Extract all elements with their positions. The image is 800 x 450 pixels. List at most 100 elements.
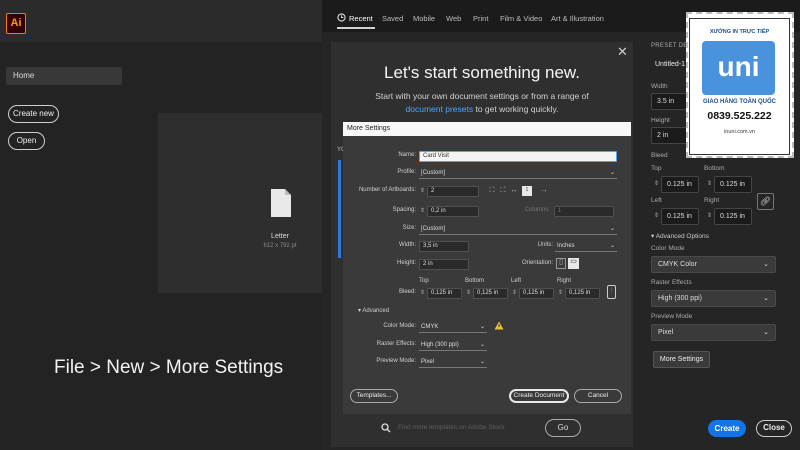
units-label: Units: — [537, 242, 553, 248]
bleed-right-label: Right — [704, 197, 720, 204]
stepper-icon[interactable]: ⇕ — [466, 289, 471, 296]
color-mode-label: Color Mode: — [383, 323, 416, 329]
bleed-label: Bleed — [651, 152, 668, 159]
artboards-input[interactable]: 2 — [427, 186, 479, 197]
bleed-top-input[interactable]: 0.125 in — [661, 176, 699, 193]
stepper-icon[interactable]: ⇕ — [654, 212, 659, 219]
templates-button[interactable]: Templates... — [350, 389, 398, 403]
name-label: Name: — [398, 152, 416, 158]
tab-film-video[interactable]: Film & Video — [500, 14, 542, 23]
bleed-label: Bleed: — [398, 289, 416, 295]
height-input[interactable]: 2 in — [651, 127, 689, 144]
width-input[interactable]: 3,5 in — [419, 241, 469, 252]
width-label: Width — [651, 83, 668, 90]
stock-search-input[interactable]: Find more templates on Adobe Stock — [398, 424, 505, 431]
stepper-icon[interactable]: ⇕ — [707, 212, 712, 219]
grid-by-column-icon[interactable]: ⛶ — [499, 187, 507, 195]
search-icon — [381, 423, 391, 433]
bleed-left-input[interactable]: 0.125 in — [661, 208, 699, 225]
tab-recent[interactable]: Recent — [349, 14, 373, 23]
tab-web[interactable]: Web — [446, 14, 461, 23]
bleed-right-label: Right — [557, 278, 572, 284]
bleed-top-input[interactable]: 0,125 in — [427, 288, 462, 299]
bleed-top-label: Top — [651, 165, 662, 172]
raster-effects-label: Raster Effects: — [376, 341, 416, 347]
tab-art-illustration[interactable]: Art & Illustration — [551, 14, 604, 23]
orientation-label: Orientation: — [521, 260, 553, 266]
document-name-input[interactable]: Untitled-1 — [655, 61, 685, 68]
arrange-by-column-icon[interactable]: ↕ — [522, 186, 532, 196]
preview-mode-label: Preview Mode — [651, 313, 693, 320]
advanced-toggle[interactable]: ▾ Advanced — [358, 307, 389, 314]
spacing-input[interactable]: 0,2 in — [427, 206, 479, 217]
raster-effects-label: Raster Effects — [651, 279, 692, 286]
link-icon[interactable]: 🔗︎ — [757, 193, 774, 210]
color-mode-select[interactable]: CMYK ⌄ — [419, 322, 487, 333]
stepper-icon[interactable]: ⇕ — [420, 187, 425, 194]
bleed-bottom-input[interactable]: 0,125 in — [473, 288, 508, 299]
color-mode-select[interactable]: CMYK Color ⌄ — [651, 256, 776, 273]
tab-print[interactable]: Print — [473, 14, 488, 23]
columns-input: 1 — [554, 206, 614, 217]
profile-select[interactable]: [Custom] ⌄ — [419, 168, 617, 179]
chevron-down-icon: ⌄ — [609, 226, 615, 232]
bleed-top-label: Top — [419, 278, 429, 284]
close-button[interactable]: Close — [756, 420, 792, 437]
stamp-phone: 0839.525.222 — [707, 110, 772, 122]
link-icon[interactable]: ⫶ — [607, 285, 616, 299]
close-icon[interactable]: ✕ — [617, 44, 628, 60]
units-select[interactable]: Inches ⌄ — [555, 241, 617, 252]
open-button[interactable]: Open — [8, 132, 45, 150]
recent-file-card[interactable] — [158, 113, 322, 293]
profile-label: Profile: — [397, 169, 416, 175]
stepper-icon[interactable]: ⇕ — [707, 180, 712, 187]
preview-mode-select[interactable]: Pixel ⌄ — [651, 324, 776, 341]
tab-mobile[interactable]: Mobile — [413, 14, 435, 23]
height-label: Height — [651, 117, 670, 124]
create-button[interactable]: Create — [708, 420, 746, 437]
chevron-down-icon: ⌄ — [609, 243, 615, 249]
stamp-text-bottom: GIAO HÀNG TOÀN QUỐC — [703, 99, 776, 105]
advanced-options-toggle[interactable]: ▾ Advanced Options — [651, 232, 709, 240]
bleed-right-input[interactable]: 0,125 in — [565, 288, 600, 299]
clock-icon — [337, 13, 346, 22]
create-new-button[interactable]: Create new — [8, 105, 59, 123]
tab-saved[interactable]: Saved — [382, 14, 403, 23]
right-to-left-icon[interactable]: → — [540, 187, 548, 195]
bleed-right-input[interactable]: 0.125 in — [714, 208, 752, 225]
home-topbar — [0, 0, 322, 42]
bleed-bottom-input[interactable]: 0.125 in — [714, 176, 752, 193]
height-input[interactable]: 2 in — [419, 259, 469, 270]
bleed-left-input[interactable]: 0,125 in — [519, 288, 554, 299]
landscape-icon[interactable]: ▭ — [568, 258, 579, 269]
selected-preset-indicator — [338, 160, 341, 258]
app-logo: Ai — [6, 13, 26, 34]
stepper-icon[interactable]: ⇕ — [420, 289, 425, 296]
stepper-icon[interactable]: ⇕ — [420, 207, 425, 214]
color-mode-label: Color Mode — [651, 245, 685, 252]
size-select[interactable]: [Custom] ⌄ — [419, 224, 617, 235]
cancel-button[interactable]: Cancel — [574, 389, 622, 403]
document-name-field[interactable]: Card Visit — [419, 151, 617, 162]
document-presets-link[interactable]: document presets — [406, 104, 474, 114]
intro-subtitle-rest: to get working quickly. — [473, 104, 559, 114]
chevron-down-icon: ⌄ — [763, 329, 769, 336]
go-button[interactable]: Go — [545, 419, 581, 437]
stepper-icon[interactable]: ⇕ — [512, 289, 517, 296]
create-document-button[interactable]: Create Document — [509, 389, 569, 403]
width-input[interactable]: 3.5 in — [651, 93, 689, 110]
stepper-icon[interactable]: ⇕ — [558, 289, 563, 296]
raster-effects-select[interactable]: High (300 ppi) ⌄ — [651, 290, 776, 307]
arrange-by-row-icon[interactable]: ↔ — [510, 187, 518, 195]
raster-effects-select[interactable]: High (300 ppi) ⌄ — [419, 340, 487, 351]
preview-mode-select[interactable]: Pixel ⌄ — [419, 357, 487, 368]
sidebar-item-home[interactable]: Home — [6, 67, 122, 85]
portrait-icon[interactable]: ▯ — [556, 258, 566, 269]
more-settings-titlebar: More Settings — [343, 122, 631, 136]
spacing-label: Spacing: — [392, 207, 416, 213]
grid-by-row-icon[interactable]: ⛶ — [488, 187, 496, 195]
stepper-icon[interactable]: ⇕ — [654, 180, 659, 187]
chevron-down-icon: ⌄ — [609, 170, 615, 176]
intro-subtitle-line1: Start with your own document settings or… — [375, 91, 589, 101]
more-settings-button[interactable]: More Settings — [653, 351, 710, 368]
